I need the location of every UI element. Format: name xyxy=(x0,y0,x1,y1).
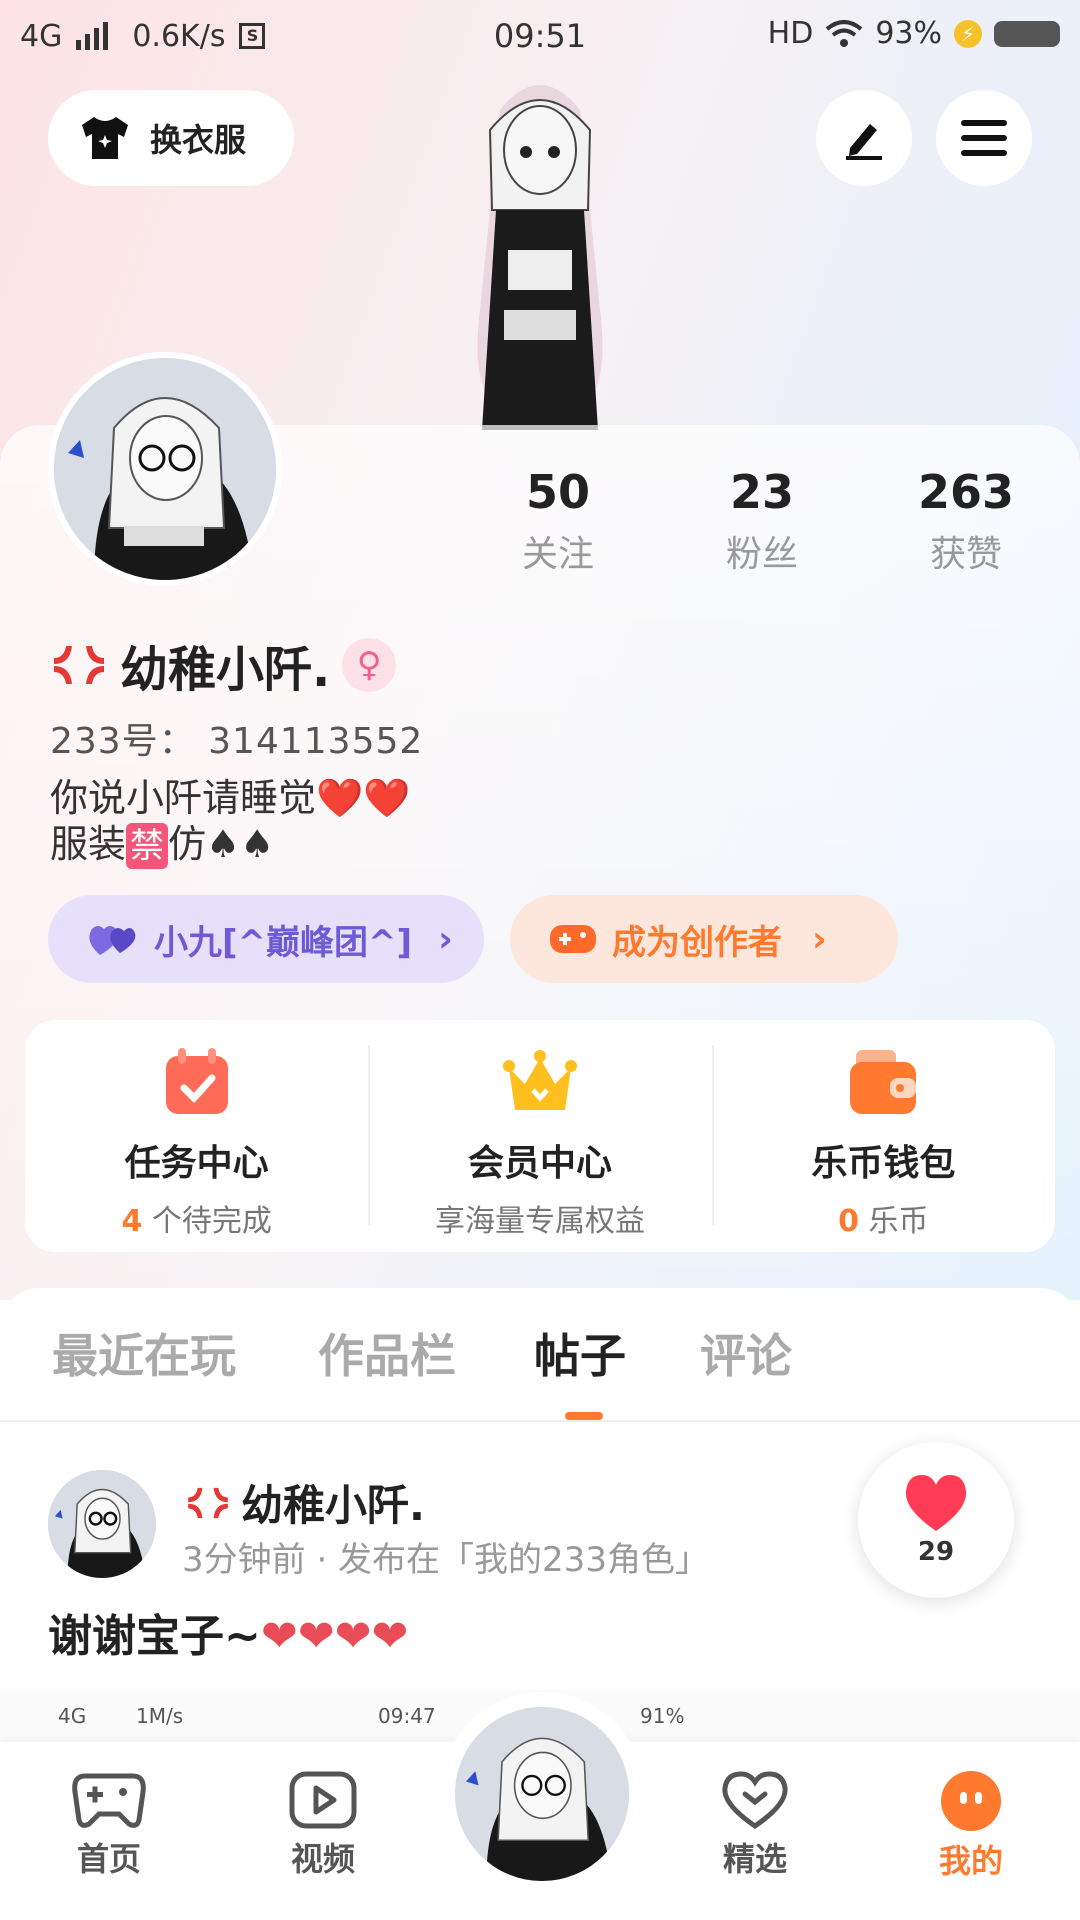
bio-line-1: 你说小阡请睡觉 xyxy=(50,776,317,820)
tab-posts[interactable]: 帖子 xyxy=(534,1320,626,1386)
wallet-sub: 乐币 xyxy=(868,1204,929,1239)
hamburger-icon xyxy=(961,120,1007,156)
heart-check-icon xyxy=(722,1771,788,1830)
wallet-button[interactable]: 乐币钱包 0 乐币 xyxy=(711,1020,1055,1252)
tab-works[interactable]: 作品栏 xyxy=(318,1320,456,1386)
name-row: 幼稚小阡. ♀ xyxy=(50,630,397,700)
thumb-battery: 91% xyxy=(640,1704,685,1728)
nav-me[interactable]: 我的 xyxy=(906,1770,1036,1882)
profile-avatar[interactable] xyxy=(48,352,282,586)
edit-profile-button[interactable] xyxy=(816,90,912,186)
chevron-right-icon: › xyxy=(438,918,453,960)
anger-emoji-icon xyxy=(188,1487,228,1518)
avatar-image xyxy=(455,1707,629,1881)
post-author-name[interactable]: 幼稚小阡. xyxy=(241,1472,425,1533)
become-creator-button[interactable]: 成为创作者 › xyxy=(510,895,898,983)
user-bio: 你说小阡请睡觉❤️❤️ 服装禁仿♠♠ xyxy=(50,775,411,869)
following-stat[interactable]: 50 关注 xyxy=(478,465,638,577)
following-label: 关注 xyxy=(521,534,594,575)
user-id[interactable]: 233号： 314113552 xyxy=(50,712,423,764)
anger-emoji-icon xyxy=(54,646,104,684)
charging-icon: ⚡ xyxy=(954,19,982,48)
battery-percent: 93% xyxy=(875,16,942,51)
play-icon xyxy=(289,1771,357,1829)
thumb-speed: 1M/s xyxy=(136,1704,184,1728)
nav-video-label: 视频 xyxy=(290,1840,355,1878)
team-name: 小九[^巅峰团^] xyxy=(154,922,413,963)
like-count: 29 xyxy=(917,1537,955,1567)
post-author-row: 幼稚小阡. xyxy=(185,1472,425,1533)
likes-label: 获赞 xyxy=(929,534,1002,575)
likes-count: 263 xyxy=(917,465,1015,519)
user-name: 幼稚小阡. xyxy=(120,642,331,698)
bio-line-2b: 仿 xyxy=(168,822,207,866)
change-outfit-button[interactable]: 换衣服 xyxy=(48,90,294,186)
calendar-check-icon xyxy=(165,1048,228,1114)
hd-indicator: HD xyxy=(767,16,814,51)
nav-avatar-button[interactable] xyxy=(440,1692,644,1896)
tab-recently-played[interactable]: 最近在玩 xyxy=(52,1320,236,1386)
smiley-face-icon xyxy=(941,1771,1001,1831)
bio-ban-badge: 禁 xyxy=(126,823,169,869)
task-count: 4 xyxy=(121,1204,143,1239)
post-hearts: ❤❤❤❤ xyxy=(260,1611,409,1662)
task-center-button[interactable]: 任务中心 4 个待完成 xyxy=(25,1020,368,1252)
menu-button[interactable] xyxy=(936,90,1032,186)
status-bar: 4G 0.6K/s S 09:51 HD 93% ⚡ xyxy=(0,0,1080,72)
active-tab-indicator xyxy=(565,1412,603,1420)
post-meta: 3分钟前 · 发布在「我的233角色」 xyxy=(182,1540,709,1580)
wallet-balance: 0 xyxy=(838,1204,859,1239)
fans-stat[interactable]: 23 粉丝 xyxy=(682,465,842,577)
thumb-time: 09:47 xyxy=(378,1704,436,1728)
heart-icon xyxy=(905,1475,967,1531)
gamepad-icon xyxy=(72,1773,146,1828)
post-author-avatar[interactable] xyxy=(48,1470,156,1578)
likes-stat[interactable]: 263 获赞 xyxy=(886,465,1046,577)
member-center-button[interactable]: 会员中心 享海量专属权益 xyxy=(368,1020,711,1252)
chevron-right-icon: › xyxy=(812,918,827,960)
feature-panel: 任务中心 4 个待完成 会员中心 享海量专属权益 乐币钱包 0 乐币 xyxy=(25,1020,1055,1252)
member-center-title: 会员中心 xyxy=(467,1143,612,1184)
tab-divider xyxy=(0,1420,1080,1422)
tab-comments[interactable]: 评论 xyxy=(700,1320,792,1386)
nav-me-label: 我的 xyxy=(938,1842,1003,1880)
like-button[interactable]: 29 xyxy=(858,1442,1014,1598)
post-text-body: 谢谢宝子~ xyxy=(48,1611,261,1662)
bio-spades: ♠♠ xyxy=(206,822,275,866)
following-count: 50 xyxy=(525,465,590,519)
fans-count: 23 xyxy=(729,465,794,519)
change-outfit-label: 换衣服 xyxy=(150,121,247,159)
nav-featured[interactable]: 精选 xyxy=(690,1770,820,1880)
wallet-icon xyxy=(850,1050,917,1114)
task-center-title: 任务中心 xyxy=(124,1143,269,1184)
thumb-network: 4G xyxy=(58,1704,87,1728)
bio-line-2a: 服装 xyxy=(50,822,127,866)
nav-featured-label: 精选 xyxy=(722,1840,787,1878)
avatar-character-figure[interactable] xyxy=(430,70,650,430)
become-creator-label: 成为创作者 xyxy=(612,922,782,963)
fans-label: 粉丝 xyxy=(725,534,798,575)
team-badge-button[interactable]: 小九[^巅峰团^] › xyxy=(48,895,484,983)
gamepad-icon xyxy=(550,925,596,953)
battery-icon xyxy=(994,20,1060,47)
avatar-image xyxy=(48,1470,156,1578)
avatar-image xyxy=(54,358,276,580)
nav-video[interactable]: 视频 xyxy=(258,1770,388,1880)
wifi-icon xyxy=(826,19,863,47)
nav-home-label: 首页 xyxy=(76,1840,141,1878)
bio-hearts: ❤️❤️ xyxy=(316,776,411,820)
pencil-icon xyxy=(846,124,882,160)
member-center-sub: 享海量专属权益 xyxy=(434,1204,645,1239)
female-gender-icon: ♀ xyxy=(342,638,397,692)
shirt-icon xyxy=(82,117,128,159)
wallet-title: 乐币钱包 xyxy=(811,1143,956,1184)
task-sub: 个待完成 xyxy=(151,1204,272,1239)
crown-icon xyxy=(502,1050,577,1110)
purple-hearts-icon xyxy=(89,926,136,955)
nav-home[interactable]: 首页 xyxy=(44,1770,174,1880)
post-text[interactable]: 谢谢宝子~❤❤❤❤ xyxy=(48,1600,408,1664)
